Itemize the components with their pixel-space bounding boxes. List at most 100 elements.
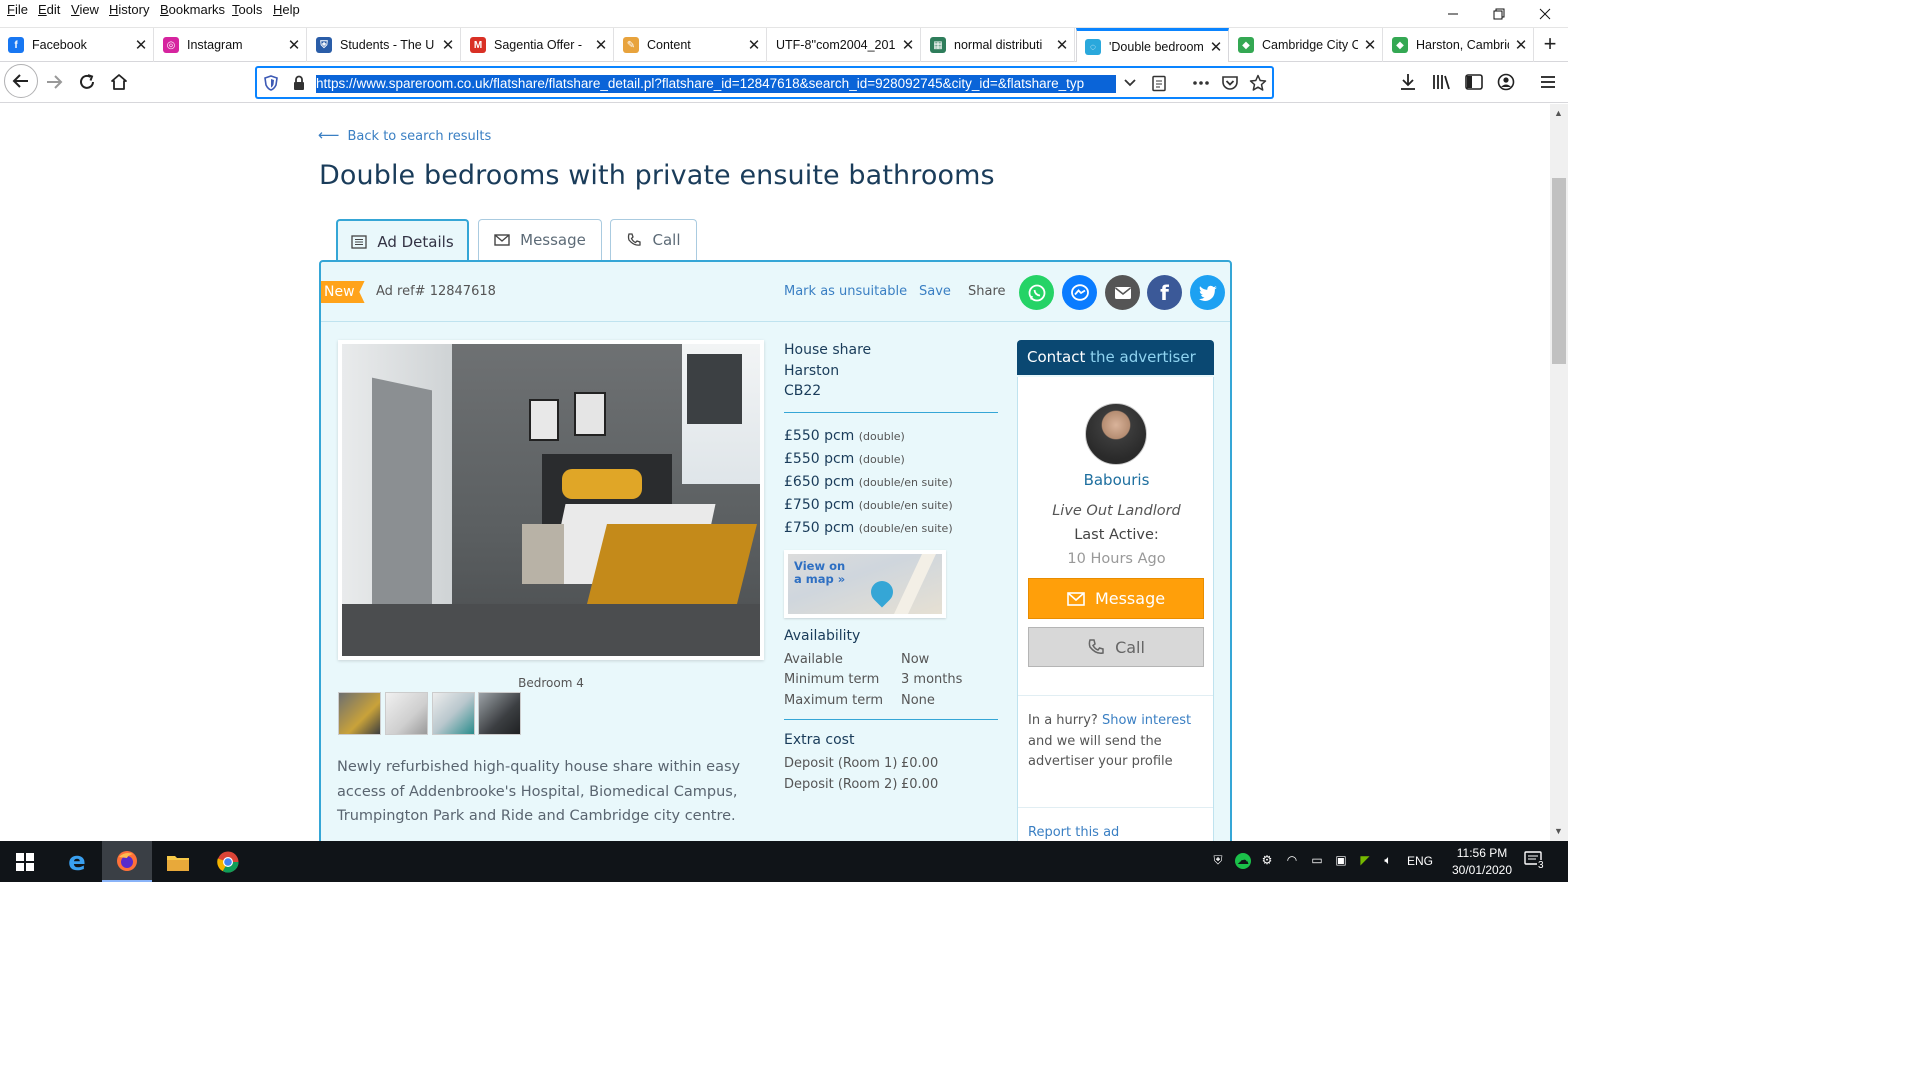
steam-tray-icon[interactable]: ⚙ [1259, 853, 1275, 869]
menu-tools[interactable]: Tools [230, 2, 264, 17]
menu-bookmarks[interactable]: Bookmarks [158, 2, 227, 17]
tab-message[interactable]: Message [478, 219, 602, 260]
facebook-share-button[interactable]: f [1147, 275, 1182, 310]
main-photo[interactable] [338, 340, 764, 660]
message-button-label: Message [1094, 589, 1166, 608]
tab-ad-details[interactable]: Ad Details [336, 219, 469, 262]
url-bar[interactable]: https://www.spareroom.co.uk/flatshare/fl… [256, 67, 1273, 98]
back-button[interactable] [4, 64, 38, 98]
security-tray-icon[interactable]: ⛨ [1210, 853, 1226, 869]
photo-thumbnail[interactable] [338, 692, 381, 735]
browser-tab[interactable]: UTF-8''com2004_201 ✕ [768, 28, 921, 62]
scrollbar-thumb[interactable] [1552, 178, 1566, 364]
twitter-share-button[interactable] [1190, 275, 1225, 310]
taskbar-edge[interactable]: e [52, 841, 102, 882]
mark-unsuitable-link[interactable]: Mark as unsuitable [784, 284, 907, 299]
home-button[interactable] [103, 66, 135, 98]
library-button[interactable] [1425, 66, 1457, 98]
pocket-icon[interactable] [1221, 75, 1239, 91]
restore-button[interactable] [1476, 0, 1522, 28]
tab-close-icon[interactable]: ✕ [1358, 36, 1382, 54]
reader-view-icon[interactable] [1151, 75, 1167, 92]
cloud-tray-icon[interactable]: ☁ [1235, 853, 1251, 869]
battery-tray-icon[interactable]: ▭ [1309, 853, 1325, 869]
menu-view[interactable]: View [69, 2, 101, 17]
hurry-suffix: and we will send the advertiser your pro… [1028, 733, 1173, 770]
menu-history[interactable]: History [107, 2, 151, 17]
new-tab-button[interactable]: + [1536, 30, 1564, 58]
start-button[interactable] [0, 841, 50, 882]
wifi-tray-icon[interactable]: ◠ [1284, 853, 1300, 869]
view-on-map-link[interactable]: View on a map » [784, 549, 946, 618]
browser-tab[interactable]: ▦ normal distributi ✕ [922, 28, 1075, 62]
more-actions-icon[interactable] [1192, 80, 1210, 86]
message-button[interactable]: Message [1028, 578, 1204, 619]
taskbar-chrome[interactable] [203, 841, 253, 882]
tab-close-icon[interactable]: ✕ [589, 36, 613, 54]
taskbar-firefox[interactable] [102, 841, 152, 882]
scroll-up-icon[interactable]: ▲ [1554, 108, 1563, 118]
minimize-button[interactable] [1430, 0, 1476, 28]
menu-help[interactable]: Help [271, 2, 302, 17]
menu-file[interactable]: File [5, 2, 30, 17]
save-link[interactable]: Save [919, 284, 951, 299]
url-text[interactable]: https://www.spareroom.co.uk/flatshare/fl… [316, 75, 1116, 93]
new-badge: New [321, 281, 365, 303]
tab-close-icon[interactable]: ✕ [1204, 38, 1228, 56]
tab-label: Cambridge City C [1262, 38, 1358, 52]
browser-tab[interactable]: ⛨ Students - The U ✕ [308, 28, 461, 62]
tab-label: Sagentia Offer - [494, 38, 583, 52]
email-share-button[interactable] [1105, 275, 1140, 310]
tab-close-icon[interactable]: ✕ [1509, 36, 1533, 54]
tab-close-icon[interactable]: ✕ [896, 36, 920, 54]
tab-close-icon[interactable]: ✕ [129, 36, 153, 54]
taskbar-file-explorer[interactable] [153, 841, 203, 882]
advertiser-avatar [1085, 403, 1147, 465]
tab-close-icon[interactable]: ✕ [1050, 36, 1074, 54]
action-center-button[interactable]: 3 [1524, 851, 1546, 871]
tab-label: normal distributi [954, 38, 1043, 52]
browser-tab[interactable]: ✎ Content ✕ [615, 28, 767, 62]
reload-button[interactable] [71, 66, 103, 98]
messenger-share-button[interactable] [1062, 275, 1097, 310]
sidebar-button[interactable] [1458, 66, 1490, 98]
chevron-down-icon[interactable] [1123, 77, 1137, 89]
downloads-button[interactable] [1392, 66, 1424, 98]
tab-close-icon[interactable]: ✕ [742, 36, 766, 54]
browser-tab[interactable]: f Facebook ✕ [0, 28, 154, 62]
last-active-label: Last Active: [1074, 527, 1159, 543]
browser-tab[interactable]: ◆ Harston, Cambrid ✕ [1384, 28, 1534, 62]
page-scrollbar[interactable]: ▲ ▼ [1550, 104, 1568, 841]
browser-tab[interactable]: ◌ 'Double bedroom ✕ [1076, 28, 1229, 63]
tab-close-icon[interactable]: ✕ [436, 36, 460, 54]
forward-button[interactable] [38, 66, 70, 98]
advertiser-name[interactable]: Babouris [1018, 471, 1215, 489]
browser-tab[interactable]: M Sagentia Offer - ✕ [462, 28, 614, 62]
language-indicator[interactable]: ENG [1407, 854, 1433, 868]
display-tray-icon[interactable]: ▣ [1333, 853, 1349, 869]
whatsapp-share-button[interactable] [1019, 275, 1054, 310]
volume-tray-icon[interactable]: 🔈︎ [1380, 853, 1396, 869]
app-menu-button[interactable] [1532, 66, 1564, 98]
account-button[interactable] [1490, 66, 1522, 98]
show-interest-link[interactable]: Show interest [1102, 713, 1191, 728]
lock-icon[interactable] [292, 75, 306, 91]
call-button[interactable]: Call [1028, 627, 1204, 667]
shield-icon[interactable] [263, 75, 279, 91]
tab-call[interactable]: Call [610, 219, 697, 260]
tab-close-icon[interactable]: ✕ [282, 36, 306, 54]
browser-tab[interactable]: ◆ Cambridge City C ✕ [1230, 28, 1383, 62]
hurry-prefix: In a hurry? [1028, 713, 1098, 728]
photo-thumbnail[interactable] [432, 692, 475, 735]
close-window-button[interactable] [1522, 0, 1568, 28]
report-ad-link[interactable]: Report this ad [1028, 825, 1119, 840]
scroll-down-icon[interactable]: ▼ [1554, 826, 1563, 836]
star-icon[interactable] [1249, 74, 1267, 92]
back-to-search-link[interactable]: ⟵ Back to search results [318, 126, 491, 144]
photo-thumbnail[interactable] [478, 692, 521, 735]
system-clock[interactable]: 11:56 PM 30/01/2020 [1442, 845, 1522, 879]
nvidia-tray-icon[interactable]: ◤ [1357, 853, 1373, 869]
menu-edit[interactable]: Edit [36, 2, 62, 17]
photo-thumbnail[interactable] [385, 692, 428, 735]
browser-tab[interactable]: ◎ Instagram ✕ [155, 28, 307, 62]
